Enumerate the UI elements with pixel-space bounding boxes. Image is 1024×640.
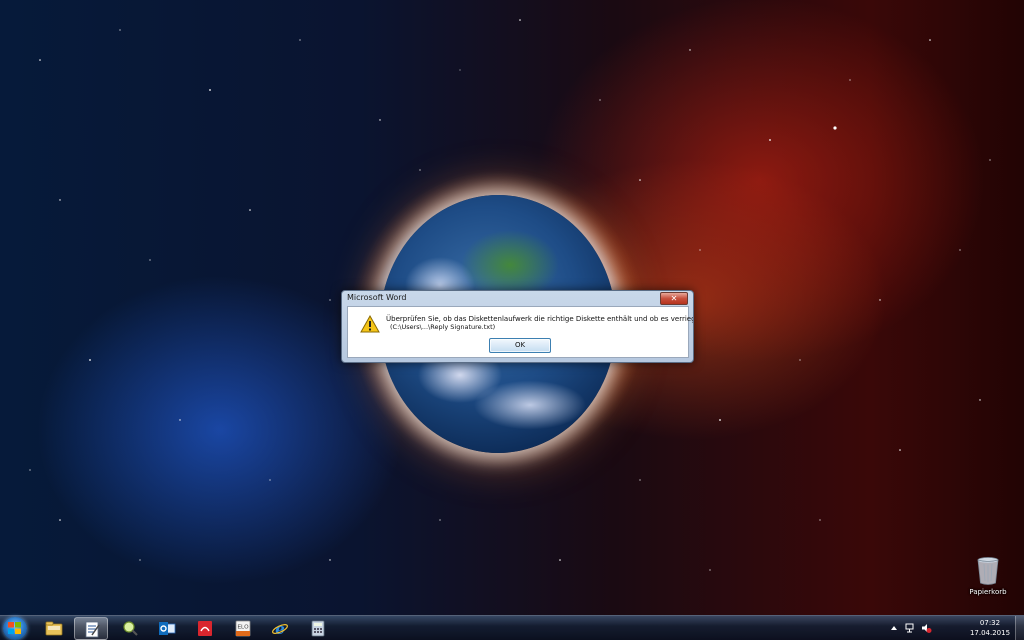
taskbar: ELO e 07:32 17.04.2015: [0, 615, 1024, 640]
warning-icon: [360, 315, 380, 333]
outlook-icon: [159, 622, 176, 635]
elo-icon: ELO: [235, 620, 251, 637]
dialog-titlebar[interactable]: Microsoft Word ✕: [342, 291, 693, 305]
recycle-bin-label: Papierkorb: [969, 588, 1007, 596]
calculator-icon: [311, 620, 325, 637]
folder-icon: [45, 621, 63, 636]
dialog-file-path: (C:\Users\...\Reply Signature.txt): [390, 323, 496, 331]
message-dialog: Microsoft Word ✕ Überprüfen Sie, ob das …: [341, 290, 694, 363]
pdf-icon: [198, 621, 212, 636]
windows-logo-icon: [8, 622, 21, 634]
taskbar-item-calculator[interactable]: [301, 617, 335, 640]
show-desktop-button[interactable]: [1015, 616, 1024, 640]
recycle-bin[interactable]: Papierkorb: [960, 556, 1016, 602]
document-icon: [85, 621, 100, 638]
close-button[interactable]: ✕: [660, 292, 688, 305]
taskbar-item-search-tool[interactable]: [113, 617, 147, 640]
dialog-body: Überprüfen Sie, ob das Diskettenlaufwerk…: [347, 306, 693, 358]
elo-text: ELO: [237, 625, 249, 631]
taskbar-item-pdf-app[interactable]: [188, 617, 222, 640]
system-tray: [880, 622, 980, 636]
clock-date: 17.04.2015: [969, 629, 1011, 637]
volume-icon[interactable]: [920, 622, 932, 634]
dialog-message: Überprüfen Sie, ob das Diskettenlaufwerk…: [386, 315, 694, 323]
taskbar-item-explorer[interactable]: [37, 617, 71, 640]
dialog-title: Microsoft Word: [347, 293, 407, 302]
taskbar-clock[interactable]: 07:32 17.04.2015: [968, 618, 1012, 638]
taskbar-item-outlook[interactable]: [150, 617, 184, 640]
magnifier-icon: [123, 621, 138, 636]
taskbar-item-elo[interactable]: ELO: [226, 617, 260, 640]
network-icon[interactable]: [904, 622, 916, 634]
desktop: Microsoft Word ✕ Überprüfen Sie, ob das …: [0, 0, 1024, 640]
show-hidden-icons-icon[interactable]: [888, 622, 900, 634]
start-button[interactable]: [3, 617, 27, 640]
recycle-bin-icon: [977, 557, 999, 585]
ok-button[interactable]: OK: [489, 338, 551, 353]
clock-time: 07:32: [979, 619, 1001, 627]
ie-icon: e: [272, 620, 288, 637]
svg-text:e: e: [275, 620, 285, 637]
taskbar-item-word-document[interactable]: [74, 617, 108, 640]
taskbar-item-internet-explorer[interactable]: e: [263, 617, 297, 640]
